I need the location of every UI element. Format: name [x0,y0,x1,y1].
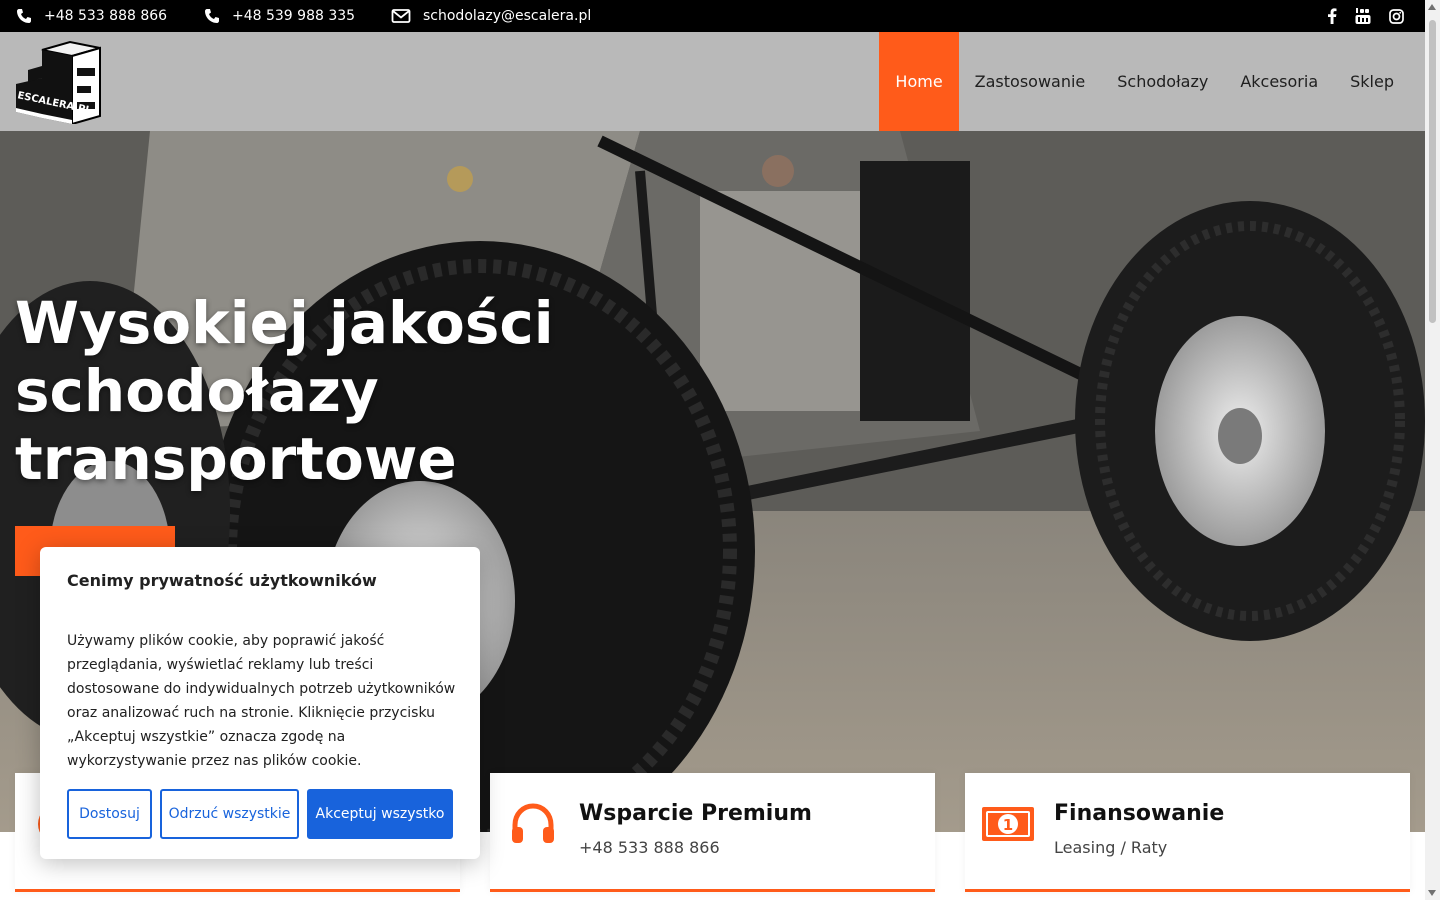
escalera-logo-icon: ESCALERA.PL [16,40,101,126]
money-icon: 1 [981,801,1035,847]
feature-card-support-title: Wsparcie Premium [579,801,812,826]
cookie-accept-button[interactable]: Akceptuj wszystko [307,789,453,839]
feature-card-support: Wsparcie Premium +48 533 888 866 [490,773,935,892]
cookie-consent-dialog: Cenimy prywatność użytkowników Używamy p… [40,547,480,859]
phone-contact-1[interactable]: +48 533 888 866 [16,0,167,32]
page-scrollbar[interactable] [1425,0,1440,900]
cookie-reject-button[interactable]: Odrzuć wszystkie [160,789,299,839]
scroll-up-arrow-icon[interactable] [1428,4,1436,10]
email-address: schodolazy@escalera.pl [423,8,592,24]
site-logo[interactable]: ESCALERA.PL [14,40,104,126]
youtube-link[interactable] [1353,0,1373,32]
feature-card-financing-title: Finansowanie [1054,801,1225,826]
feature-card-financing-subtitle: Leasing / Raty [1054,838,1168,857]
nav-schodolazy[interactable]: Schodołazy [1101,32,1224,131]
cookie-customize-button[interactable]: Dostosuj [67,789,152,839]
nav-sklep[interactable]: Sklep [1334,32,1410,131]
hero-title: Wysokiej jakości schodołazy transportowe [15,289,554,493]
nav-zastosowanie[interactable]: Zastosowanie [959,32,1102,131]
phone-icon [17,9,31,23]
nav-akcesoria[interactable]: Akcesoria [1224,32,1334,131]
phone-number-2: +48 539 988 335 [232,8,356,24]
instagram-icon [1388,8,1404,24]
phone-contact-2[interactable]: +48 539 988 335 [204,0,355,32]
scrollbar-thumb[interactable] [1429,20,1436,323]
phone-number-1: +48 533 888 866 [44,8,168,24]
scroll-down-arrow-icon[interactable] [1428,890,1436,896]
cookie-description: Używamy plików cookie, aby poprawić jako… [67,633,456,769]
youtube-icon [1355,8,1371,24]
nav-home[interactable]: Home [879,32,959,131]
phone-icon [205,9,219,23]
main-navigation: Home Zastosowanie Schodołazy Akcesoria S… [879,32,1410,131]
instagram-link[interactable] [1386,0,1406,32]
facebook-icon [1328,8,1337,24]
envelope-icon [391,9,411,23]
site-header: ESCALERA.PL Home Zastosowanie Schodołazy… [0,32,1425,131]
headphones-icon [510,801,556,847]
svg-text:1: 1 [1003,816,1013,834]
facebook-link[interactable] [1322,0,1342,32]
email-contact[interactable]: schodolazy@escalera.pl [391,0,591,32]
top-contact-bar: +48 533 888 866 +48 539 988 335 schodola… [0,0,1425,32]
feature-card-financing: 1 Finansowanie Leasing / Raty [965,773,1410,892]
feature-card-support-subtitle: +48 533 888 866 [579,838,720,857]
cookie-title: Cenimy prywatność użytkowników [67,571,377,590]
